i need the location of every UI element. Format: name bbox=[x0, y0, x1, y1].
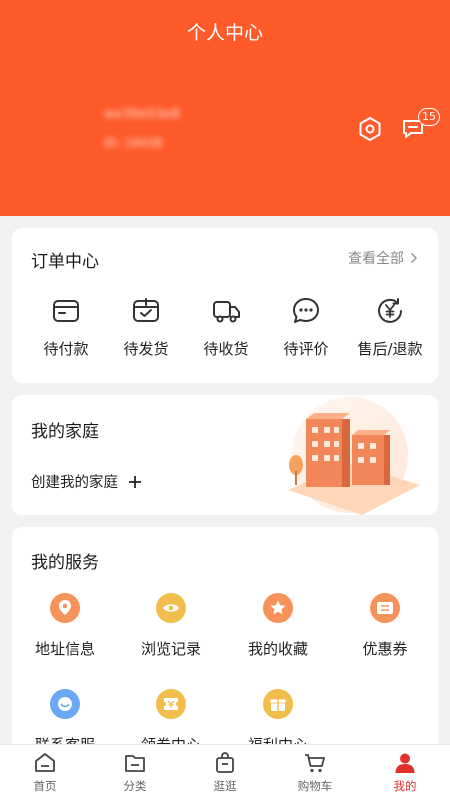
my-services-title: 我的服务 bbox=[31, 553, 99, 573]
user-name[interactable]: wx39e53e8 bbox=[104, 107, 200, 125]
eye-icon bbox=[156, 593, 186, 623]
service-coupons[interactable]: 优惠券 bbox=[332, 593, 438, 659]
category-icon bbox=[125, 755, 145, 772]
service-favorites[interactable]: 我的收藏 bbox=[225, 593, 331, 659]
settings-icon[interactable] bbox=[357, 116, 383, 142]
tab-profile[interactable]: 我的 bbox=[360, 745, 450, 800]
coupon-icon bbox=[370, 593, 400, 623]
my-services-card: 我的服务 地址信息 浏览记录 我的收藏 优惠券 bbox=[12, 527, 438, 767]
bottom-tab-bar: 首页 分类 逛逛 购物车 我的 bbox=[0, 744, 450, 800]
gift-icon bbox=[263, 689, 293, 719]
see-all-orders-link[interactable]: 查看全部 bbox=[348, 248, 418, 268]
truck-icon bbox=[213, 301, 240, 323]
my-family-title: 我的家庭 bbox=[31, 422, 99, 442]
location-icon bbox=[50, 593, 80, 623]
refund-icon bbox=[378, 298, 402, 323]
my-family-card[interactable]: 我的家庭 创建我的家庭 bbox=[12, 395, 438, 515]
tab-home[interactable]: 首页 bbox=[0, 745, 90, 800]
wallet-icon bbox=[53, 300, 79, 322]
order-pending-shipment[interactable]: 待发货 bbox=[106, 296, 186, 359]
order-pending-review[interactable]: 待评价 bbox=[266, 296, 346, 359]
order-after-sales[interactable]: 售后/退款 bbox=[346, 296, 434, 359]
message-badge: 15 bbox=[418, 108, 440, 126]
create-family-button[interactable]: 创建我的家庭 bbox=[31, 471, 142, 492]
chevron-right-icon bbox=[410, 252, 418, 264]
family-buildings-illustration bbox=[288, 397, 420, 515]
package-check-icon bbox=[133, 298, 159, 322]
service-icon bbox=[50, 689, 80, 719]
order-pending-receipt[interactable]: 待收货 bbox=[186, 296, 266, 359]
order-pending-payment[interactable]: 待付款 bbox=[26, 296, 106, 359]
comment-icon bbox=[293, 298, 319, 323]
service-address[interactable]: 地址信息 bbox=[12, 593, 118, 659]
profile-icon bbox=[395, 753, 415, 773]
order-center-card: 订单中心 查看全部 待付款 待发货 待收货 待评价 售后/退款 bbox=[12, 228, 438, 383]
profile-header: 个人中心 wx39e53e8 ID: 18438 15 bbox=[0, 0, 450, 216]
ticket-icon bbox=[156, 689, 186, 719]
tab-category[interactable]: 分类 bbox=[90, 745, 180, 800]
order-center-title: 订单中心 bbox=[31, 252, 99, 272]
plus-icon bbox=[129, 475, 141, 488]
shopping-bag-icon bbox=[216, 752, 234, 773]
see-all-label: 查看全部 bbox=[348, 251, 404, 267]
cart-icon bbox=[305, 754, 325, 773]
page-title: 个人中心 bbox=[186, 22, 263, 44]
star-icon bbox=[263, 593, 293, 623]
create-family-label: 创建我的家庭 bbox=[31, 475, 118, 491]
service-browse-history[interactable]: 浏览记录 bbox=[118, 593, 224, 659]
tab-browse[interactable]: 逛逛 bbox=[180, 745, 270, 800]
tab-cart[interactable]: 购物车 bbox=[270, 745, 360, 800]
home-icon bbox=[35, 753, 55, 772]
user-id: ID: 18438 bbox=[104, 136, 163, 150]
